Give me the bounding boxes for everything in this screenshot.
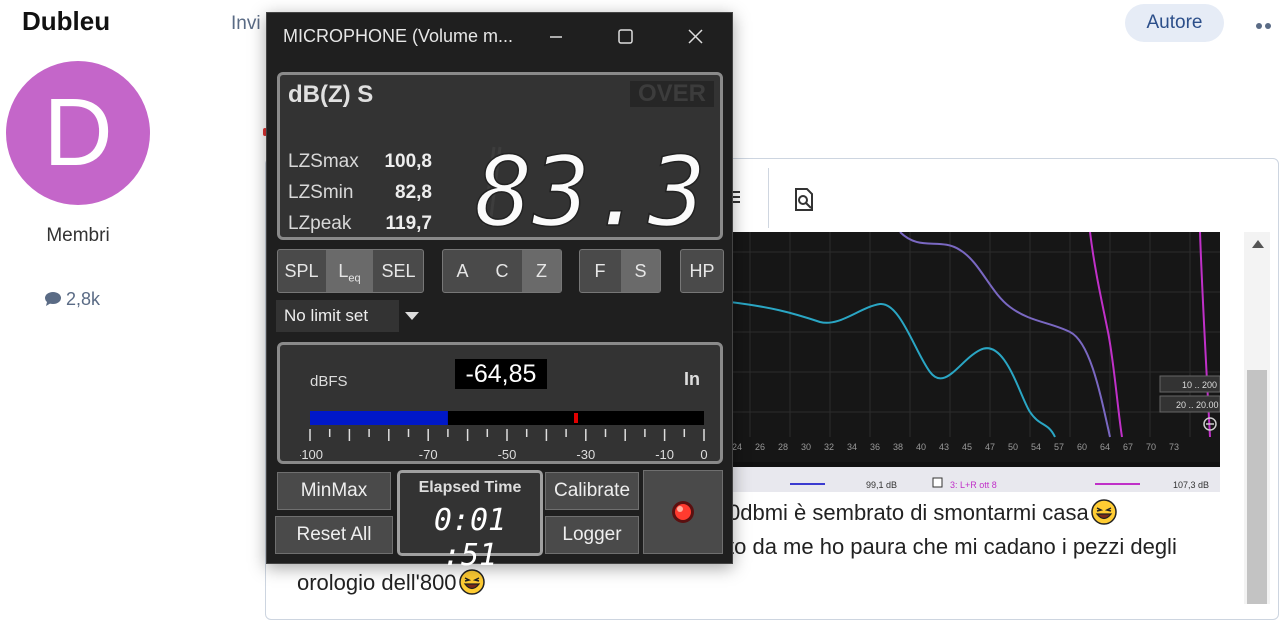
record-indicator-icon [672, 501, 694, 523]
peak-marker [574, 413, 578, 423]
hp-group: HP [680, 249, 724, 293]
svg-text:83.3: 83.3 [475, 141, 706, 233]
graph-x-tick: 32 [824, 442, 834, 452]
graph-side-label-2: 20 .. 20.00 [1176, 400, 1219, 410]
graph-x-tick: 30 [801, 442, 811, 452]
spl-button[interactable]: SPL [278, 250, 325, 292]
record-button[interactable] [643, 470, 723, 554]
main-reading-digits: 83.3 [474, 141, 707, 233]
more-options-icon[interactable] [1256, 16, 1274, 34]
graph-x-tick: 38 [893, 442, 903, 452]
weight-z-button[interactable]: Z [522, 250, 561, 292]
graph-legend-3: 107,3 dB [1173, 480, 1209, 490]
post-text-line-3: orologio dell'800 [297, 569, 485, 596]
graph-x-tick: 47 [985, 442, 995, 452]
time-weighting-group: F S [579, 249, 661, 293]
close-icon[interactable] [672, 13, 718, 59]
graph-x-tick: 36 [870, 442, 880, 452]
input-label: In [684, 369, 700, 389]
slow-button[interactable]: S [621, 250, 660, 292]
dbfs-panel: dBFS -64,85 In -100-70-50-30-100 [277, 342, 723, 464]
scrollbar-thumb[interactable] [1247, 370, 1267, 604]
elapsed-time-label: Elapsed Time [418, 479, 522, 496]
weighting-label: dB(Z) S [288, 81, 374, 108]
measure-mode-group: SPL Leq SEL [277, 249, 424, 293]
post-count-value: 2,8k [66, 289, 101, 309]
minimize-icon[interactable] [533, 13, 579, 59]
scroll-up-arrow-icon[interactable] [1252, 240, 1264, 248]
fast-button[interactable]: F [580, 250, 620, 292]
level-bar [310, 411, 448, 425]
leq-button[interactable]: Leq [326, 250, 373, 292]
graph-legend-1: 99,1 dB [866, 480, 897, 490]
limit-select[interactable]: No limit set [276, 300, 399, 332]
dbfs-value: -64,85 [455, 359, 547, 389]
toolbar-separator [768, 168, 769, 228]
graph-x-tick: 34 [847, 442, 857, 452]
graph-x-tick: 57 [1054, 442, 1064, 452]
scale-label: -70 [419, 447, 438, 461]
elapsed-time-value: 0:01 :51 [433, 503, 507, 573]
graph-x-tick: 40 [916, 442, 926, 452]
comment-icon [45, 292, 61, 306]
window-title: MICROPHONE (Volume m... [283, 26, 514, 46]
chevron-down-icon[interactable] [405, 312, 419, 320]
graph-legend-2: 3: L+R ott 8 [950, 480, 997, 490]
post-text-line-2: to da me ho paura che mi cadano i pezzi … [728, 534, 1177, 559]
post-text-line-1: 0dbmi è sembrato di smontarmi casa [728, 499, 1117, 526]
graph-x-tick: 50 [1008, 442, 1018, 452]
minmax-button[interactable]: MinMax [277, 472, 391, 510]
stat-value-peak: 119,7 [385, 213, 433, 234]
avatar[interactable]: D [6, 61, 150, 205]
post-count: 2,8k [44, 289, 100, 310]
over-indicator: OVER [630, 81, 714, 107]
stat-label-peak: LZpeak [288, 213, 352, 234]
reset-all-button[interactable]: Reset All [275, 516, 393, 554]
level-meter: -100-70-50-30-100 [300, 411, 708, 461]
elapsed-time-panel: Elapsed Time 0:01 :51 [397, 470, 543, 573]
sound-meter-window: MICROPHONE (Volume m... dB(Z) S OVER LZS… [266, 12, 733, 573]
weight-c-button[interactable]: C [483, 250, 521, 292]
graph-x-tick: 70 [1146, 442, 1156, 452]
graph-x-tick: 26 [755, 442, 765, 452]
graph-x-tick: 67 [1123, 442, 1133, 452]
graph-x-tick: 73 [1169, 442, 1179, 452]
graph-x-tick: 24 [732, 442, 742, 452]
level-display: dB(Z) S OVER LZSmax 100,8 LZSmin 82,8 LZ… [277, 72, 723, 240]
invite-link[interactable]: Invi [231, 13, 261, 35]
laughing-emoji-icon [1090, 499, 1117, 525]
graph-x-tick: 43 [939, 442, 949, 452]
scale-label: 0 [700, 447, 707, 461]
scale-label: -100 [300, 447, 323, 461]
graph-x-tick: 60 [1077, 442, 1087, 452]
user-role: Membri [46, 225, 110, 246]
stat-value-max: 100,8 [384, 151, 432, 172]
username[interactable]: Dubleu [22, 6, 110, 37]
weight-a-button[interactable]: A [443, 250, 482, 292]
hp-button[interactable]: HP [681, 250, 723, 292]
stat-label-max: LZSmax [288, 151, 359, 172]
calibrate-button[interactable]: Calibrate [545, 472, 639, 510]
graph-x-tick: 45 [962, 442, 972, 452]
scale-label: -10 [655, 447, 674, 461]
sel-button[interactable]: SEL [374, 250, 423, 292]
graph-x-tick: 54 [1031, 442, 1041, 452]
stat-label-min: LZSmin [288, 182, 354, 203]
logger-button[interactable]: Logger [545, 516, 639, 554]
graph-side-label-1: 10 .. 200 [1182, 380, 1217, 390]
weighting-group: A C Z [442, 249, 562, 293]
scale-label: -30 [576, 447, 595, 461]
dbfs-label: dBFS [310, 373, 348, 390]
frequency-graph-image: 10 .. 200 20 .. 20.00 24 26 28 30 32 34 36 38 40… [729, 231, 1221, 492]
maximize-icon[interactable] [602, 13, 648, 59]
graph-x-tick: 64 [1100, 442, 1110, 452]
author-badge: Autore [1125, 4, 1224, 42]
preview-icon[interactable] [794, 188, 816, 217]
graph-x-tick: 28 [778, 442, 788, 452]
stat-value-min: 82,8 [395, 182, 432, 203]
scale-label: -50 [498, 447, 517, 461]
